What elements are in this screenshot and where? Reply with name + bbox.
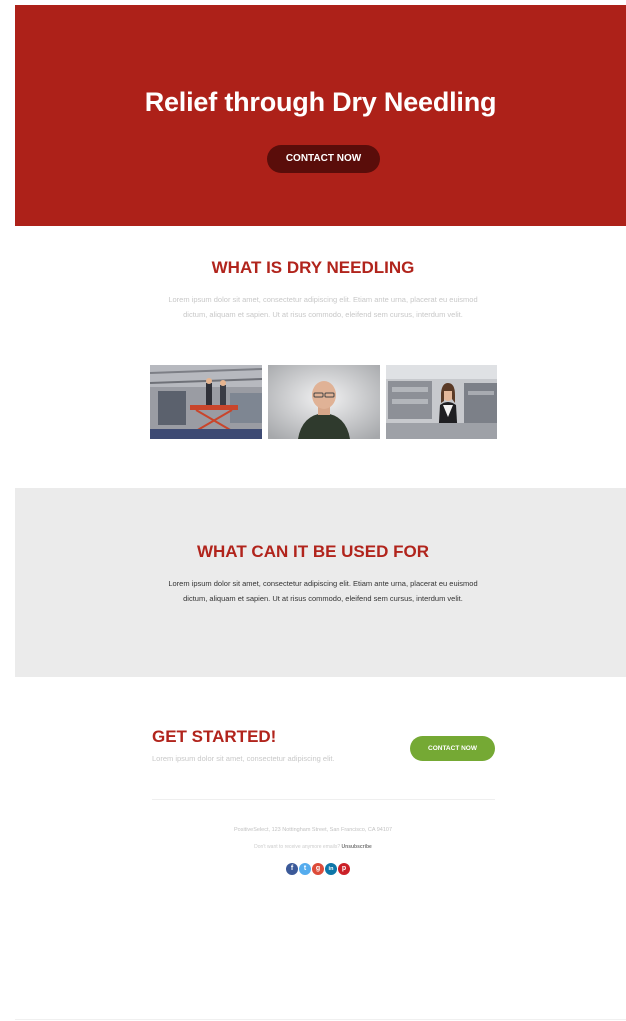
what-is-title: WHAT IS DRY NEEDLING (211, 258, 415, 277)
footer-divider (152, 799, 495, 800)
bottom-divider (15, 1019, 626, 1020)
hero-contact-button[interactable]: CONTACT NOW (267, 145, 380, 173)
hero-banner: Relief through Dry Needling CONTACT NOW (15, 5, 626, 226)
used-for-body: Lorem ipsum dolor sit amet, consectetur … (168, 579, 478, 603)
get-started-body: Lorem ipsum dolor sit amet, consectetur … (152, 754, 335, 763)
workers-on-lift-photo (150, 365, 262, 439)
footer-unsubscribe-line: Don't want to receive anymore emails? Un… (0, 844, 626, 850)
what-is-body: Lorem ipsum dolor sit amet, consectetur … (168, 295, 478, 319)
woman-in-factory-photo (386, 365, 497, 439)
linkedin-icon[interactable]: in (325, 863, 337, 875)
get-started-title: GET STARTED! (152, 727, 277, 746)
facebook-icon[interactable]: f (286, 863, 298, 875)
used-for-title: WHAT CAN IT BE USED FOR (196, 542, 429, 561)
unsubscribe-link[interactable]: Unsubscribe (342, 844, 372, 850)
footer-address: PositiveSelect, 123 Nottingham Street, S… (233, 827, 393, 833)
unsubscribe-prompt: Don't want to receive anymore emails? (254, 844, 341, 850)
twitter-icon[interactable]: t (299, 863, 311, 875)
pinterest-icon[interactable]: p (338, 863, 350, 875)
bald-man-portrait-photo (268, 365, 380, 439)
hero-title: Relief through Dry Needling (144, 87, 497, 117)
get-started-contact-button[interactable]: CONTACT NOW (410, 736, 495, 761)
google-plus-icon[interactable]: g (312, 863, 324, 875)
